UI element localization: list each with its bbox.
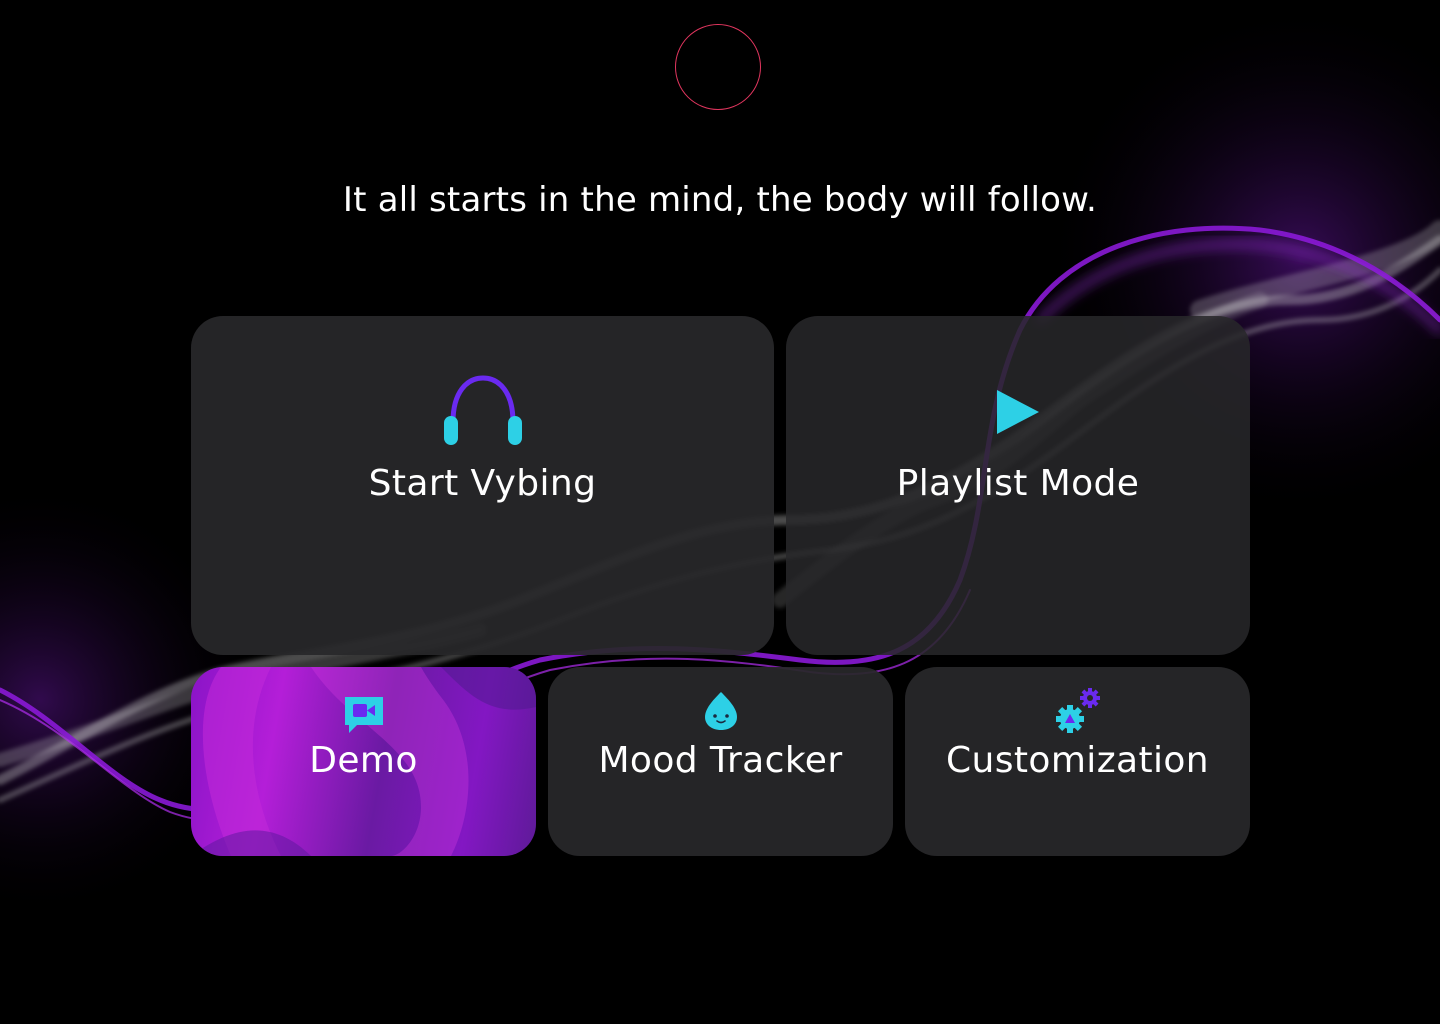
app-logo <box>675 24 761 110</box>
playlist-mode-label: Playlist Mode <box>896 463 1140 504</box>
equalizer-logo-icon <box>693 51 739 85</box>
gears-icon <box>1054 687 1102 739</box>
start-vybing-card[interactable]: Start Vybing <box>191 316 774 655</box>
home-screen: It all starts in the mind, the body will… <box>0 0 1440 1024</box>
customization-label: Customization <box>945 740 1210 781</box>
playlist-mode-card[interactable]: Playlist Mode <box>786 316 1250 655</box>
tagline: It all starts in the mind, the body will… <box>342 180 1098 220</box>
droplet-face-icon <box>704 691 738 735</box>
demo-card[interactable]: Demo <box>191 667 536 856</box>
demo-label: Demo <box>309 740 418 781</box>
headphones-icon <box>443 374 523 450</box>
customization-card[interactable]: Customization <box>905 667 1250 856</box>
mood-tracker-label: Mood Tracker <box>598 740 843 781</box>
video-chat-icon <box>343 695 385 739</box>
play-icon <box>995 388 1041 440</box>
start-vybing-label: Start Vybing <box>368 463 597 504</box>
mood-tracker-card[interactable]: Mood Tracker <box>548 667 893 856</box>
